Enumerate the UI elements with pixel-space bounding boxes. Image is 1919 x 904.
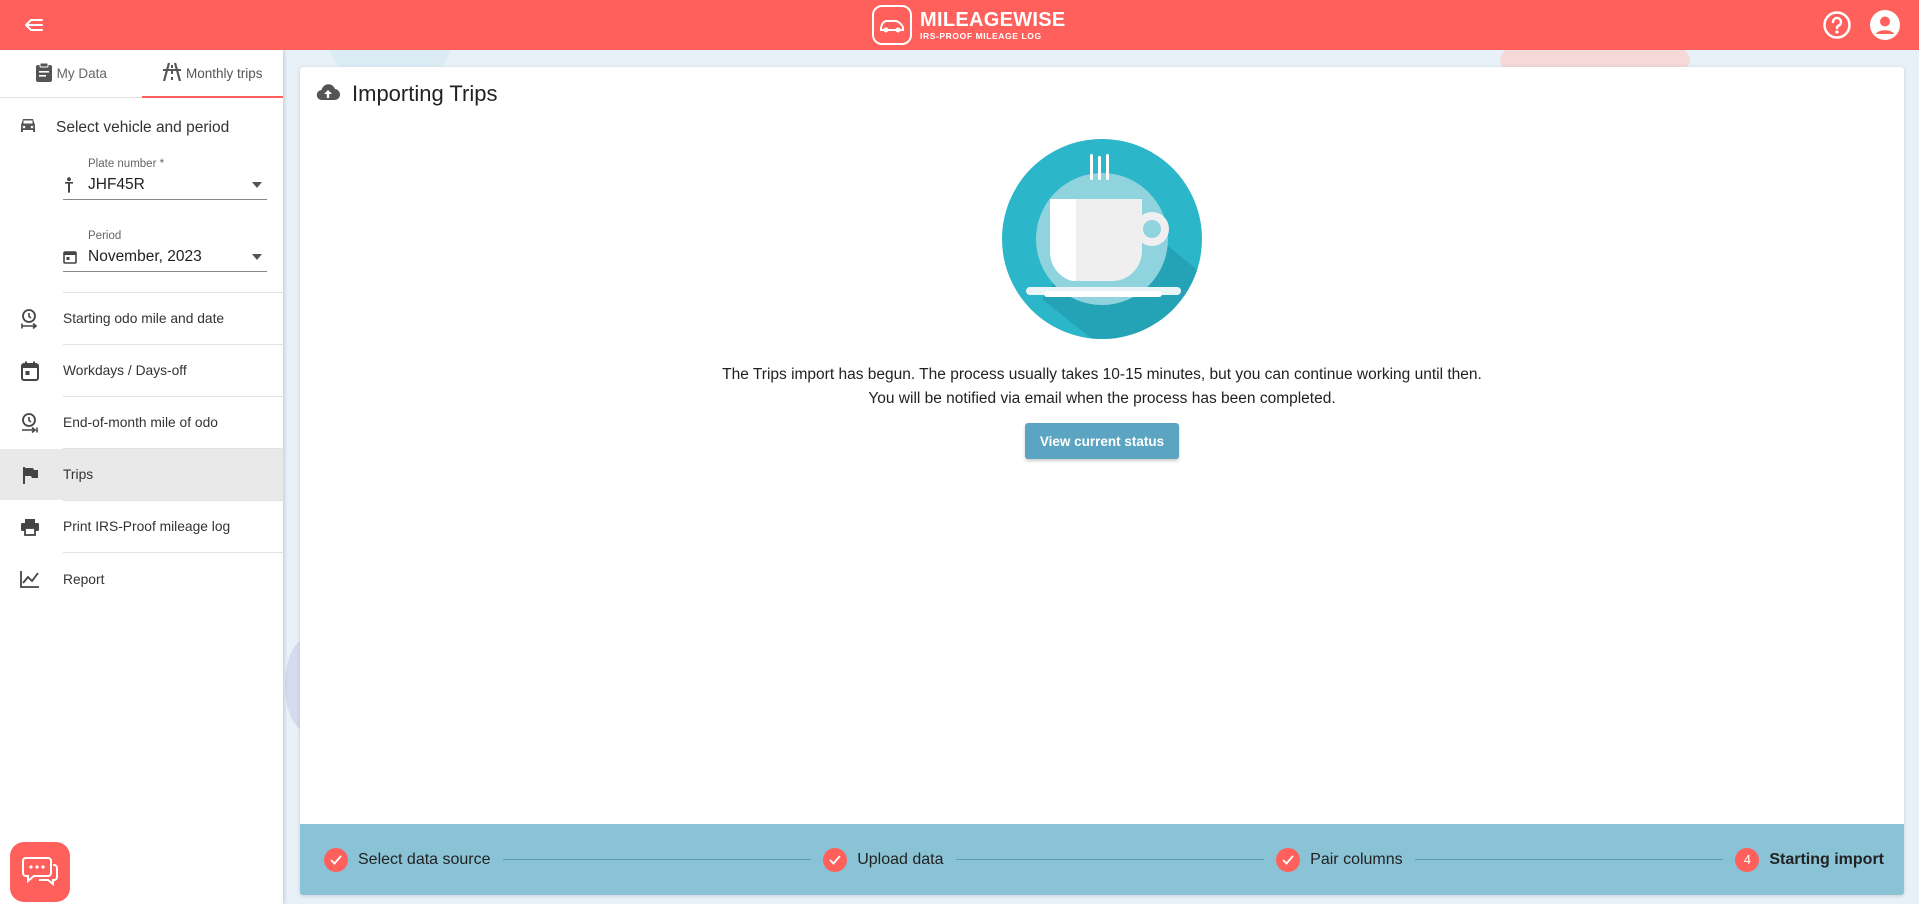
tab-my-data-label: My Data — [56, 66, 107, 81]
sidebar-item-starting-odo[interactable]: Starting odo mile and date — [21, 293, 283, 345]
step-upload-data[interactable]: Upload data — [823, 847, 944, 872]
sidebar-item-label: Starting odo mile and date — [63, 311, 225, 326]
sidebar-item-trips[interactable]: Trips — [0, 449, 283, 501]
clipboard-icon — [35, 62, 53, 85]
sidebar: My Data Monthly trips Select vehicle and… — [0, 50, 283, 904]
plate-number-select[interactable]: Plate number * JHF45R — [63, 158, 267, 200]
chevron-down-icon — [247, 181, 267, 188]
plate-number-value: JHF45R — [88, 175, 145, 193]
calendar-small-icon — [63, 250, 88, 264]
tab-monthly-trips[interactable]: Monthly trips — [141, 50, 284, 98]
chat-icon — [22, 854, 58, 891]
brand-tagline: IRS-PROOF MILEAGE LOG — [920, 30, 1042, 41]
coffee-cup-illustration — [1002, 139, 1202, 339]
tab-my-data[interactable]: My Data — [0, 50, 142, 97]
step-label: Upload data — [857, 850, 944, 868]
top-bar: MILEAGEWISE IRS-PROOF MILEAGE LOG — [0, 0, 1919, 50]
flag-icon — [18, 463, 42, 487]
car-icon — [18, 117, 38, 140]
check-icon — [324, 847, 348, 872]
check-icon — [1276, 847, 1301, 872]
step-select-data-source[interactable]: Select data source — [324, 847, 491, 872]
step-connector — [1414, 859, 1724, 860]
back-arrow-icon[interactable] — [20, 11, 48, 39]
import-message: The Trips import has begun. The process … — [300, 363, 1904, 411]
sidebar-item-workdays[interactable]: Workdays / Days-off — [21, 345, 283, 397]
help-icon[interactable] — [1821, 9, 1853, 41]
odometer-end-icon — [18, 411, 42, 435]
period-value: November, 2023 — [88, 247, 202, 265]
printer-icon — [18, 515, 42, 539]
section-title-label: Select vehicle and period — [56, 119, 230, 136]
section-title: Select vehicle and period — [0, 98, 283, 158]
sidebar-item-label: Workdays / Days-off — [63, 363, 187, 378]
import-card: Importing Trips The Trips import has beg… — [300, 67, 1904, 895]
step-connector — [502, 859, 812, 860]
sidebar-item-label: Print IRS-Proof mileage log — [63, 519, 231, 534]
step-label: Pair columns — [1310, 850, 1403, 868]
car-logo-icon — [872, 5, 912, 45]
card-header: Importing Trips — [316, 81, 498, 107]
step-connector — [955, 859, 1265, 860]
sidebar-menu: Starting odo mile and date Workdays / Da… — [0, 292, 283, 605]
account-icon[interactable] — [1869, 9, 1901, 41]
sidebar-item-report[interactable]: Report — [20, 553, 283, 605]
odometer-start-icon — [18, 307, 42, 331]
tab-monthly-trips-label: Monthly trips — [185, 66, 263, 81]
person-icon — [63, 176, 88, 193]
step-pair-columns[interactable]: Pair columns — [1276, 847, 1403, 872]
road-icon — [162, 62, 182, 85]
step-label: Select data source — [358, 850, 491, 868]
period-select[interactable]: Period November, 2023 — [63, 230, 267, 272]
cloud-upload-icon — [316, 83, 341, 106]
view-current-status-button[interactable]: View current status — [1025, 423, 1179, 459]
message-line-1: The Trips import has begun. The process … — [722, 366, 1482, 383]
sidebar-item-label: End-of-month mile of odo — [63, 415, 218, 430]
sidebar-item-end-odo[interactable]: End-of-month mile of odo — [22, 397, 283, 449]
page-title: Importing Trips — [352, 81, 498, 106]
brand-name: MILEAGEWISE — [920, 8, 1066, 31]
chart-line-icon — [18, 567, 42, 591]
step-starting-import[interactable]: 4 Starting import — [1735, 847, 1884, 872]
sidebar-item-print[interactable]: Print IRS-Proof mileage log — [21, 501, 283, 553]
period-label: Period — [88, 230, 122, 242]
check-icon — [823, 847, 848, 872]
step-number-badge: 4 — [1735, 847, 1760, 872]
sidebar-item-label: Trips — [63, 467, 94, 482]
plate-number-label: Plate number * — [88, 158, 165, 170]
message-line-2: You will be notified via email when the … — [868, 390, 1336, 407]
calendar-icon — [18, 359, 42, 383]
step-label: Starting import — [1769, 850, 1884, 868]
import-stepper: Select data source Upload data Pair colu… — [300, 824, 1904, 895]
chevron-down-icon — [247, 253, 267, 260]
brand-logo[interactable]: MILEAGEWISE IRS-PROOF MILEAGE LOG — [872, 5, 1066, 45]
chat-button[interactable] — [10, 842, 70, 902]
sidebar-item-label: Report — [63, 571, 105, 587]
